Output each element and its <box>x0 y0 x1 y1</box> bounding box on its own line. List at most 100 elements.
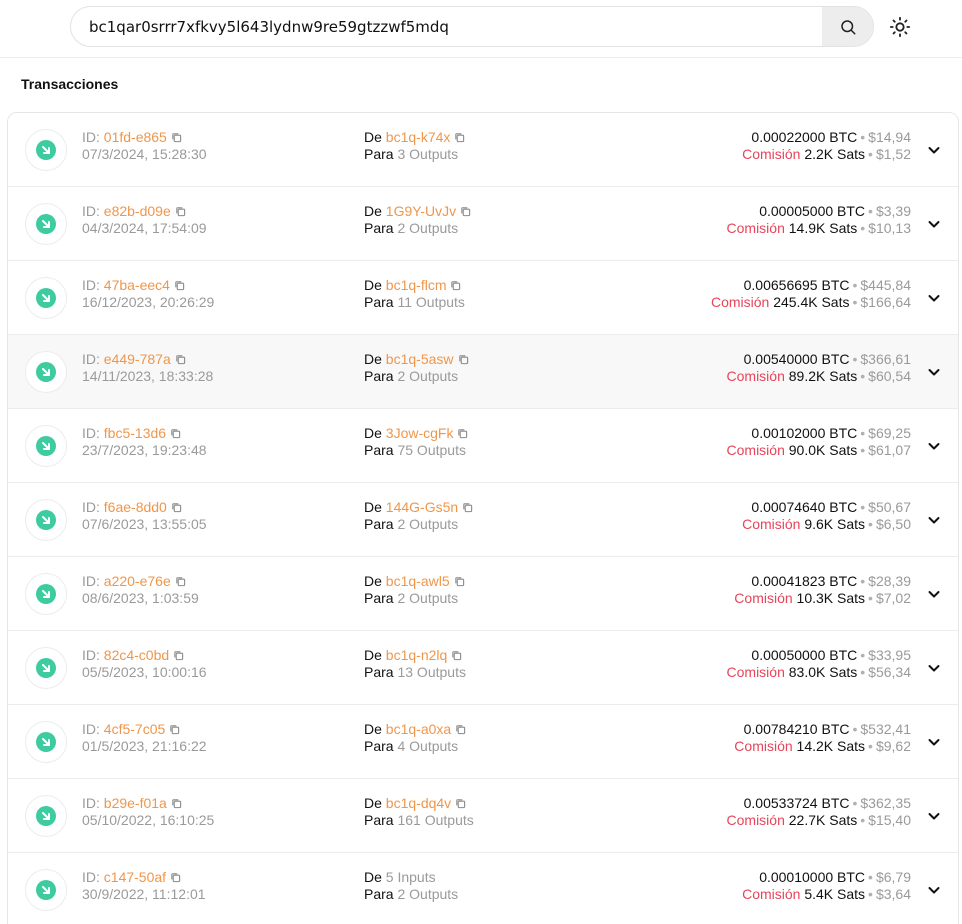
tx-amounts: 0.00022000 BTC • $14,94 Comisión 2.2K Sats •… <box>742 129 911 162</box>
tx-date: 01/5/2023, 21:16:22 <box>82 738 207 754</box>
status-badge <box>25 351 67 393</box>
to-label: Para <box>364 516 394 532</box>
fee-label: Comisión <box>726 220 785 236</box>
fee-usd: $3,64 <box>875 886 911 902</box>
transaction-row[interactable]: ID: e82b-d09e 04/3/2024, 17:54:09 De 1G9Y-… <box>8 187 958 261</box>
tx-meta: ID: 82c4-c0bd 05/5/2023, 10:00:16 <box>82 647 207 681</box>
transaction-row[interactable]: ID: 01fd-e865 07/3/2024, 15:28:30 De bc1q-… <box>8 113 958 187</box>
search-button[interactable] <box>822 7 873 46</box>
copy-icon <box>176 207 185 217</box>
tx-id-link[interactable]: 01fd-e865 <box>104 129 167 145</box>
arrow-down-right-icon <box>42 220 50 228</box>
fee-label: Comisión <box>742 146 801 162</box>
status-badge <box>25 277 67 319</box>
from-label: De <box>364 647 382 663</box>
arrow-down-right-icon <box>42 886 50 894</box>
copy-icon <box>455 133 465 143</box>
transaction-row[interactable]: ID: fbc5-13d6 23/7/2023, 19:23:48 De 3Jow-… <box>8 409 958 483</box>
expand-button[interactable] <box>924 362 944 382</box>
status-badge <box>25 499 67 541</box>
fee-usd: $56,34 <box>868 664 911 680</box>
transaction-row[interactable]: ID: e449-787a 14/11/2023, 18:33:28 De bc1q… <box>8 335 958 409</box>
fee-usd: $9,62 <box>875 738 911 754</box>
transaction-row[interactable]: ID: f6ae-8dd0 07/6/2023, 13:55:05 De 144G-… <box>8 483 958 557</box>
from-address-link[interactable]: bc1q-awl5 <box>386 573 450 589</box>
from-label: De <box>364 573 382 589</box>
fee-label: Comisión <box>726 368 785 384</box>
tx-amounts: 0.00540000 BTC • $366,61 Comisión 89.2K Sat… <box>726 351 911 384</box>
tx-flow: De 144G-Gs5n Para 2 Outputs <box>364 499 473 533</box>
from-address-link[interactable]: 144G-Gs5n <box>386 499 458 515</box>
received-indicator <box>36 214 56 234</box>
copy-icon <box>172 799 182 809</box>
tx-id-link[interactable]: f6ae-8dd0 <box>104 499 167 515</box>
arrow-down-right-icon <box>42 516 50 524</box>
transaction-row[interactable]: ID: 47ba-eec4 16/12/2023, 20:26:29 De bc1q… <box>8 261 958 335</box>
expand-button[interactable] <box>924 140 944 160</box>
usd-amount: $14,94 <box>868 129 911 145</box>
outputs-count: 161 Outputs <box>397 812 474 828</box>
from-address-link[interactable]: bc1q-dq4v <box>386 795 451 811</box>
tx-id-link[interactable]: e82b-d09e <box>104 203 171 219</box>
transaction-row[interactable]: ID: a220-e76e 08/6/2023, 1:03:59 De bc1q-a… <box>8 557 958 631</box>
status-badge <box>25 203 67 245</box>
tx-date: 04/3/2024, 17:54:09 <box>82 220 207 236</box>
tx-id-link[interactable]: fbc5-13d6 <box>104 425 166 441</box>
theme-toggle-button[interactable] <box>887 14 913 40</box>
from-address-link[interactable]: 1G9Y-UvJv <box>386 203 456 219</box>
from-label: De <box>364 351 382 367</box>
tx-id-link[interactable]: c147-50af <box>104 869 166 885</box>
from-address-link[interactable]: bc1q-k74x <box>386 129 451 145</box>
copy-icon <box>452 651 462 661</box>
tx-id-link[interactable]: a220-e76e <box>104 573 171 589</box>
received-indicator <box>36 436 56 456</box>
from-address-link[interactable]: bc1q-5asw <box>386 351 454 367</box>
chevron-down-icon <box>928 887 940 894</box>
tx-date: 05/10/2022, 16:10:25 <box>82 812 215 828</box>
to-label: Para <box>364 664 394 680</box>
id-label: ID: <box>82 351 100 367</box>
chevron-down-icon <box>928 739 940 746</box>
transaction-row[interactable]: ID: c147-50af 30/9/2022, 11:12:01 De 5 Inp… <box>8 853 958 924</box>
fee-usd: $1,52 <box>875 146 911 162</box>
from-address-link[interactable]: bc1q-n2lq <box>386 647 448 663</box>
copy-icon <box>456 725 466 735</box>
btc-amount: 0.00074640 BTC <box>751 499 858 515</box>
from-address-link[interactable]: bc1q-flcm <box>386 277 447 293</box>
expand-button[interactable] <box>924 880 944 900</box>
expand-button[interactable] <box>924 732 944 752</box>
expand-button[interactable] <box>924 214 944 234</box>
to-label: Para <box>364 590 394 606</box>
tx-id-link[interactable]: 47ba-eec4 <box>104 277 170 293</box>
expand-button[interactable] <box>924 436 944 456</box>
expand-button[interactable] <box>924 288 944 308</box>
expand-button[interactable] <box>924 584 944 604</box>
tx-amounts: 0.00533724 BTC • $362,35 Comisión 22.7K Sat… <box>726 795 911 828</box>
tx-flow: De bc1q-dq4v Para 161 Outputs <box>364 795 474 829</box>
tx-meta: ID: 4cf5-7c05 01/5/2023, 21:16:22 <box>82 721 207 755</box>
id-label: ID: <box>82 795 100 811</box>
expand-button[interactable] <box>924 658 944 678</box>
tx-meta: ID: c147-50af 30/9/2022, 11:12:01 <box>82 869 206 903</box>
expand-button[interactable] <box>924 806 944 826</box>
to-label: Para <box>364 812 394 828</box>
fee-label: Comisión <box>726 664 785 680</box>
from-address-link[interactable]: bc1q-a0xa <box>386 721 451 737</box>
search-bar <box>70 6 874 47</box>
tx-id-link[interactable]: 82c4-c0bd <box>104 647 169 663</box>
transaction-row[interactable]: ID: 4cf5-7c05 01/5/2023, 21:16:22 De bc1q-… <box>8 705 958 779</box>
from-label: De <box>364 869 382 885</box>
expand-button[interactable] <box>924 510 944 530</box>
transaction-row[interactable]: ID: b29e-f01a 05/10/2022, 16:10:25 De bc1q… <box>8 779 958 853</box>
tx-id-link[interactable]: b29e-f01a <box>104 795 167 811</box>
transaction-row[interactable]: ID: 82c4-c0bd 05/5/2023, 10:00:16 De bc1q-… <box>8 631 958 705</box>
tx-id-link[interactable]: 4cf5-7c05 <box>104 721 165 737</box>
search-input[interactable] <box>71 7 823 46</box>
to-label: Para <box>364 294 394 310</box>
copy-icon <box>458 429 468 439</box>
id-label: ID: <box>82 425 100 441</box>
fee-label: Comisión <box>726 812 785 828</box>
tx-id-link[interactable]: e449-787a <box>104 351 171 367</box>
from-address-link[interactable]: 3Jow-cgFk <box>386 425 454 441</box>
status-badge <box>25 795 67 837</box>
